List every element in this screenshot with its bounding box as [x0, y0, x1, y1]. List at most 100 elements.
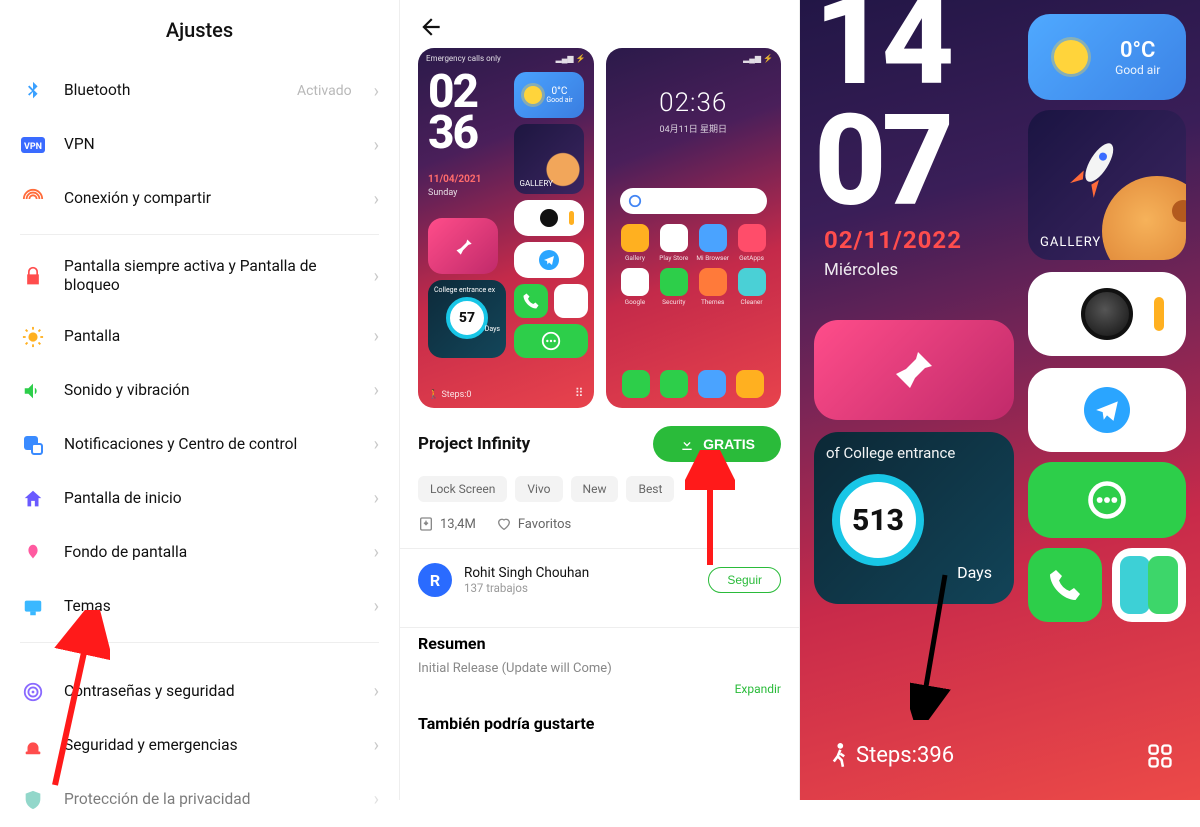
telegram-widget[interactable]	[1028, 368, 1186, 452]
wallpaper-icon	[20, 540, 46, 566]
theme-preview-lockscreen[interactable]: Emergency calls only ▂▄▆ ⚡ 0236 0°CGood …	[418, 48, 594, 408]
app-widget	[554, 284, 588, 318]
bluetooth-icon	[20, 78, 46, 104]
phone-widget[interactable]	[1028, 548, 1102, 622]
chevron-right-icon: ›	[374, 81, 379, 102]
separator	[20, 642, 379, 643]
theme-previews: Emergency calls only ▂▄▆ ⚡ 0236 0°CGood …	[418, 48, 781, 408]
app-icon: Google	[618, 268, 653, 306]
settings-row-label: Pantalla de inicio	[64, 489, 356, 508]
settings-row-passwords[interactable]: Contraseñas y seguridad ›	[0, 665, 399, 719]
day-label: Miércoles	[824, 260, 898, 280]
theme-name: Project Infinity	[418, 434, 530, 454]
settings-row-emergency[interactable]: Seguridad y emergencias ›	[0, 719, 399, 773]
tag[interactable]: Vivo	[515, 476, 562, 502]
chevron-right-icon: ›	[374, 681, 379, 702]
date-widget: 02/11/2022	[824, 226, 962, 254]
messages-widget[interactable]	[1028, 462, 1186, 538]
walking-icon	[830, 742, 848, 768]
settings-title: Ajustes	[0, 0, 399, 64]
sun-icon	[20, 324, 46, 350]
pin-widget	[428, 218, 498, 274]
status-bar-icons: ▂▄▆ ⚡	[556, 54, 586, 63]
app-icon: Play Store	[656, 224, 691, 262]
gallery-widget[interactable]: GALLERY	[1028, 110, 1186, 260]
theme-meta: 13,4M Favoritos	[418, 516, 781, 532]
settings-panel: Ajustes Bluetooth Activado › VPN VPN › C…	[0, 0, 400, 800]
chevron-right-icon: ›	[374, 735, 379, 756]
chevron-right-icon: ›	[374, 488, 379, 509]
themes-icon	[20, 594, 46, 620]
summary-text: Initial Release (Update will Come)	[418, 661, 781, 676]
app-widget[interactable]	[1112, 548, 1186, 622]
day-label: Sunday	[428, 188, 457, 198]
settings-row-label: Temas	[64, 597, 356, 616]
gallery-widget: GALLERY	[514, 124, 584, 194]
weather-widget[interactable]: 0°CGood air	[1028, 14, 1186, 100]
download-button[interactable]: GRATIS	[653, 426, 781, 462]
author-avatar: R	[418, 563, 452, 597]
camera-widget[interactable]	[1028, 272, 1186, 356]
date-text: 04月11日 星期日	[606, 122, 782, 135]
chevron-right-icon: ›	[374, 596, 379, 617]
settings-row-aod[interactable]: Pantalla siempre activa y Pantalla de bl…	[0, 243, 399, 310]
alert-icon	[20, 733, 46, 759]
pin-widget[interactable]	[814, 320, 1014, 420]
settings-row-wallpaper[interactable]: Fondo de pantalla ›	[0, 526, 399, 580]
settings-row-share[interactable]: Conexión y compartir ›	[0, 172, 399, 226]
theme-preview-homescreen[interactable]: ▂▄▆ ⚡ 02:36 04月11日 星期日 GalleryPlay Store…	[606, 48, 782, 408]
fingerprint-icon	[20, 679, 46, 705]
download-icon	[679, 436, 695, 452]
chevron-right-icon: ›	[374, 434, 379, 455]
settings-row-label: Pantalla siempre activa y Pantalla de bl…	[64, 257, 356, 296]
back-button[interactable]	[418, 0, 781, 48]
summary-heading: Resumen	[418, 634, 781, 653]
theme-favorites[interactable]: Favoritos	[496, 516, 571, 532]
telegram-icon	[1084, 387, 1130, 433]
app-grid: GalleryPlay StoreMi BrowserGetAppsGoogle…	[618, 224, 770, 306]
settings-row-vpn[interactable]: VPN VPN ›	[0, 118, 399, 172]
chevron-right-icon: ›	[374, 380, 379, 401]
share-icon	[20, 186, 46, 212]
theme-size: 13,4M	[418, 516, 476, 532]
app-drawer-icon[interactable]	[1146, 742, 1174, 770]
planet-icon	[1102, 176, 1186, 260]
follow-button[interactable]: Seguir	[708, 567, 781, 593]
chevron-right-icon: ›	[374, 326, 379, 347]
settings-row-bluetooth[interactable]: Bluetooth Activado ›	[0, 64, 399, 118]
tag[interactable]: Lock Screen	[418, 476, 507, 502]
dock	[618, 370, 770, 398]
clock-widget: 1407	[814, 0, 949, 222]
settings-row-homescreen[interactable]: Pantalla de inicio ›	[0, 472, 399, 526]
settings-row-notif[interactable]: Notificaciones y Centro de control ›	[0, 418, 399, 472]
settings-row-label: Sonido y vibración	[64, 381, 356, 400]
notifications-icon	[20, 432, 46, 458]
steps-counter: Steps:396	[830, 742, 954, 768]
sun-icon	[1054, 40, 1088, 74]
pushpin-icon	[890, 346, 938, 394]
phone-widget	[514, 284, 548, 318]
settings-row-sound[interactable]: Sonido y vibración ›	[0, 364, 399, 418]
countdown-widget[interactable]: of College entrance 513 Days	[814, 432, 1014, 604]
settings-row-label: Contraseñas y seguridad	[64, 682, 356, 701]
chat-icon	[1085, 478, 1129, 522]
theme-tags: Lock Screen Vivo New Best	[418, 476, 781, 502]
chevron-right-icon: ›	[374, 189, 379, 210]
settings-row-themes[interactable]: Temas ›	[0, 580, 399, 634]
tag[interactable]: New	[571, 476, 619, 502]
expand-link[interactable]: Expandir	[418, 682, 781, 696]
status-bar-icons: ▂▄▆ ⚡	[743, 54, 773, 63]
countdown-widget: College entrance ex 57 Days	[428, 280, 506, 358]
grid-icon: ⠿	[575, 386, 584, 400]
settings-row-label: VPN	[64, 135, 356, 154]
chevron-right-icon: ›	[374, 266, 379, 287]
tag[interactable]: Best	[626, 476, 674, 502]
theme-author[interactable]: R Rohit Singh Chouhan 137 trabajos Segui…	[418, 549, 781, 611]
settings-row-display[interactable]: Pantalla ›	[0, 310, 399, 364]
svg-text:VPN: VPN	[24, 142, 42, 152]
status-bar-text: Emergency calls only	[426, 54, 501, 63]
author-works: 137 trabajos	[464, 581, 589, 595]
app-icon: GetApps	[734, 224, 769, 262]
chevron-right-icon: ›	[374, 542, 379, 563]
settings-row-value: Activado	[297, 83, 352, 99]
